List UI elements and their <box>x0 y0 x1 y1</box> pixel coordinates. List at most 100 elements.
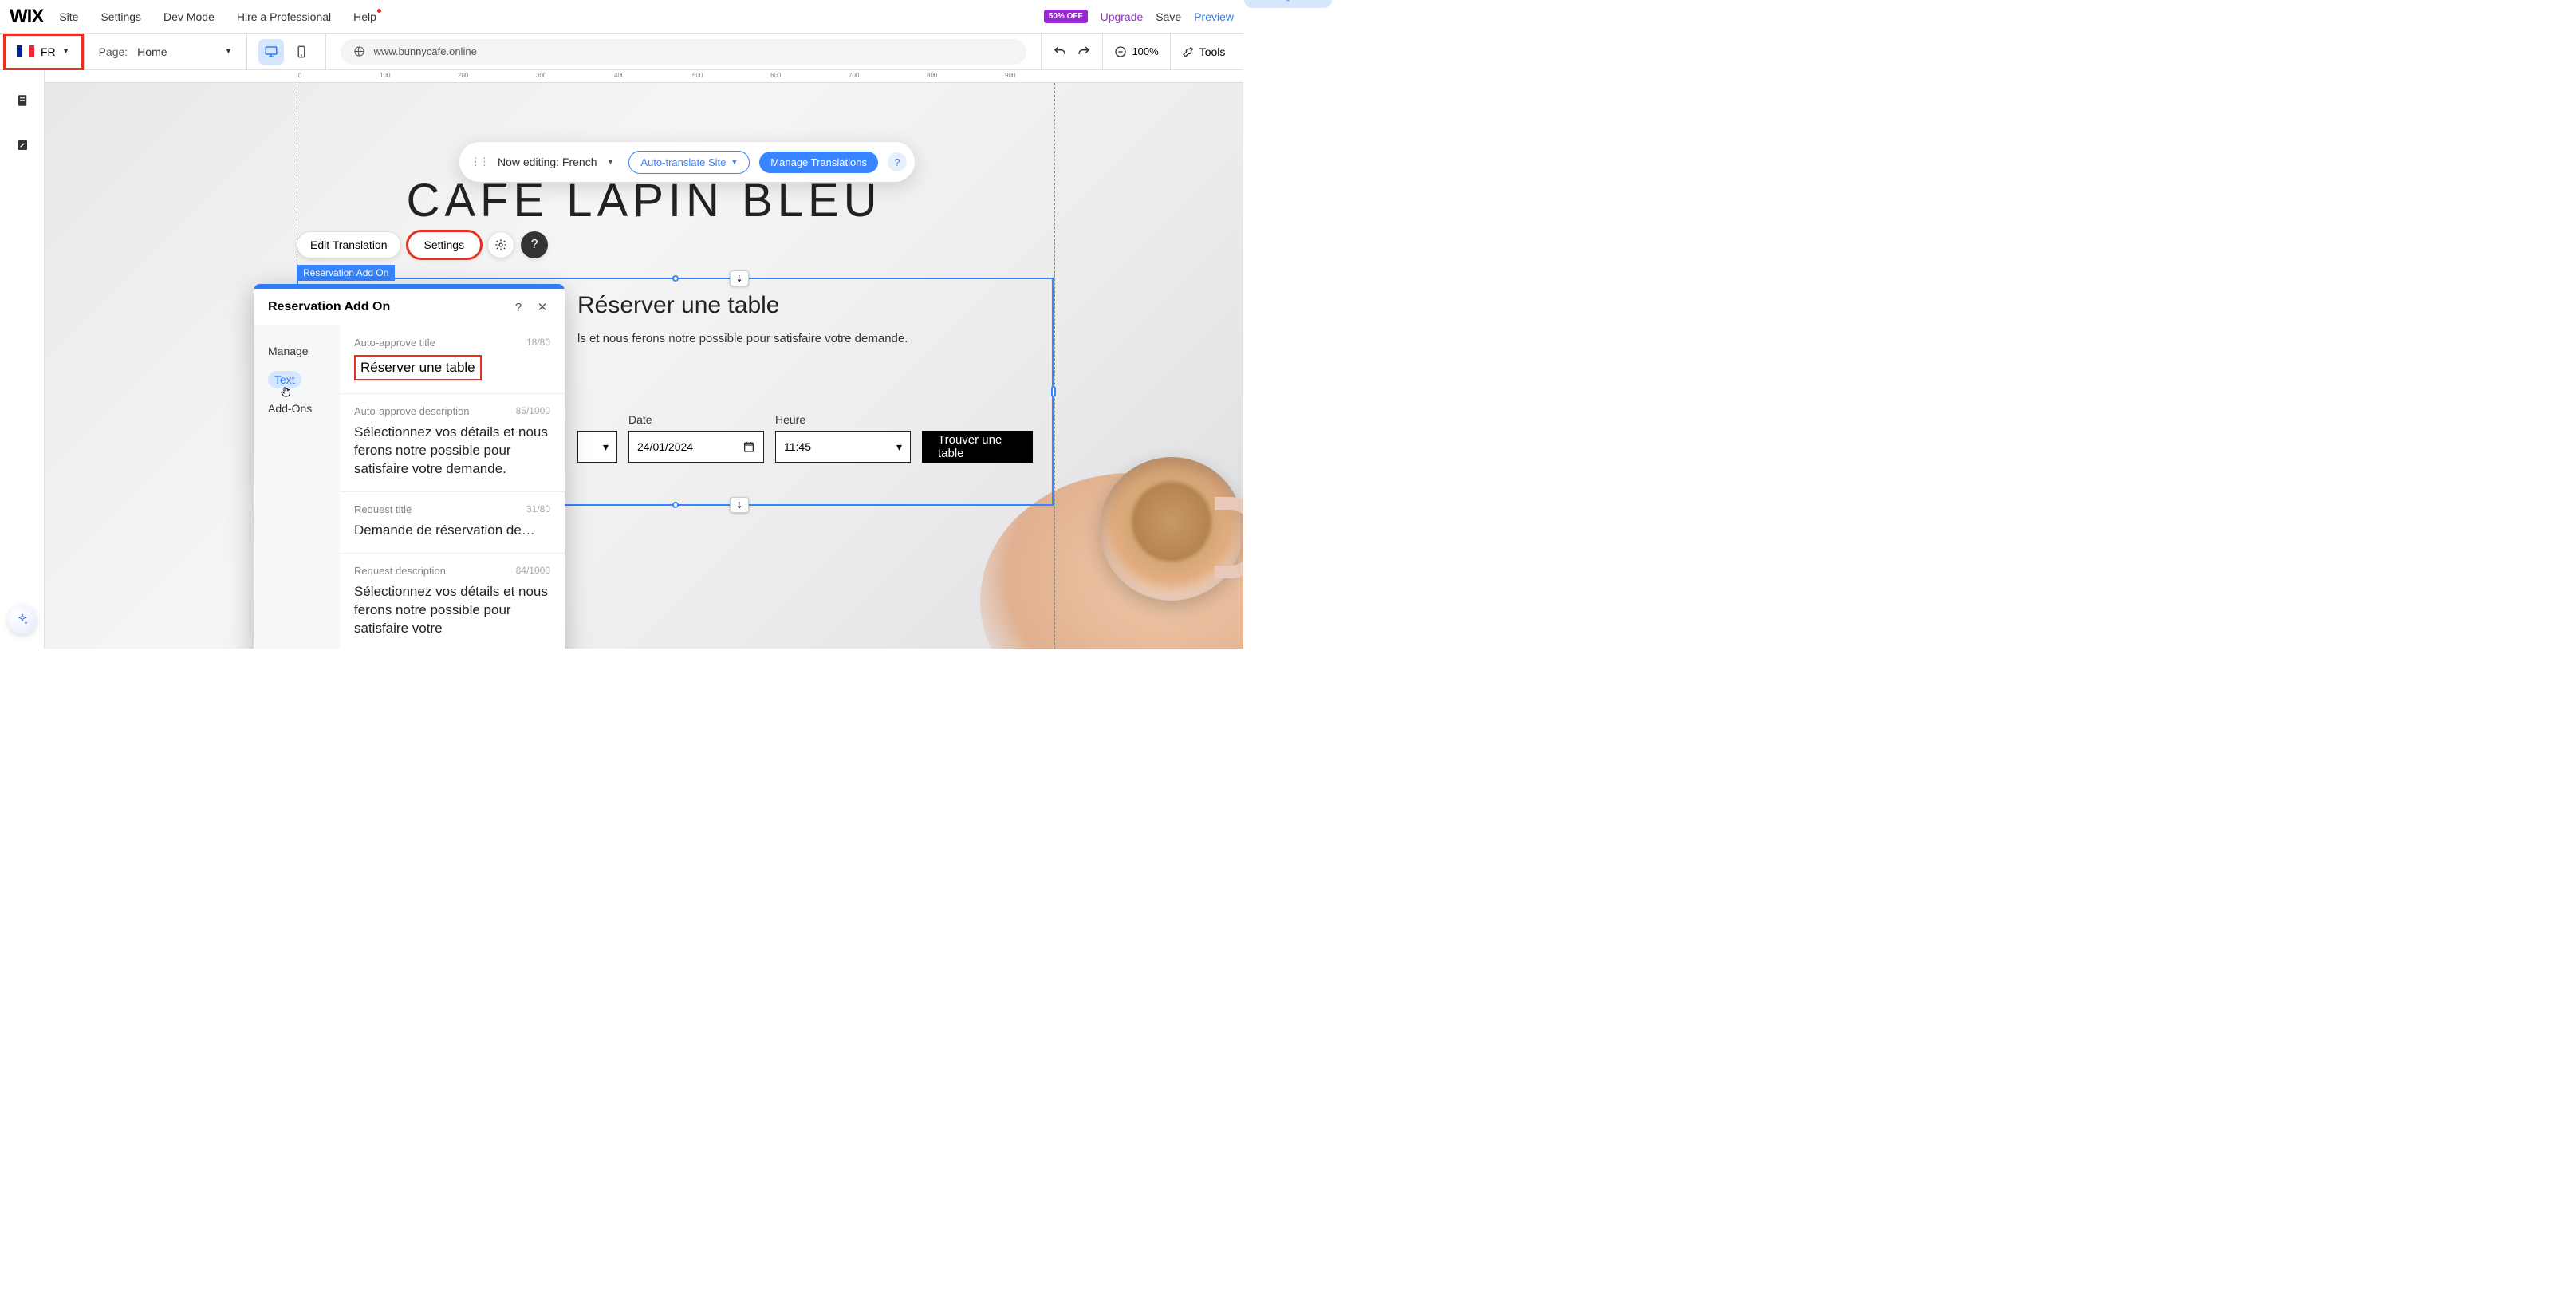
element-settings-button[interactable]: Settings <box>408 231 482 258</box>
now-editing-label: Now editing: French <box>498 156 597 168</box>
undo-button[interactable] <box>1053 45 1067 59</box>
topbar: WIX Site Settings Dev Mode Hire a Profes… <box>0 0 1243 34</box>
page-selector[interactable]: Page: Home ▼ <box>85 45 247 58</box>
ai-assistant-button[interactable] <box>8 605 37 634</box>
device-switch <box>247 39 325 65</box>
question-icon: ? <box>531 238 538 252</box>
char-count: 31/80 <box>526 503 550 514</box>
menu-devmode[interactable]: Dev Mode <box>163 10 215 23</box>
top-menu: Site Settings Dev Mode Hire a Profession… <box>59 10 376 23</box>
save-button[interactable]: Save <box>1156 10 1181 23</box>
chevron-down-icon: ▼ <box>225 47 233 56</box>
edit-translation-button[interactable]: Edit Translation <box>297 231 401 258</box>
menu-site[interactable]: Site <box>59 10 78 23</box>
undo-redo-group <box>1042 45 1102 59</box>
chevron-down-icon: ▾ <box>603 440 609 454</box>
char-count: 85/1000 <box>516 405 550 416</box>
edit-panel-button[interactable] <box>10 132 35 158</box>
upgrade-link[interactable]: Upgrade <box>1101 10 1144 23</box>
gear-icon-button[interactable] <box>487 231 514 258</box>
panel-help-button[interactable]: ? <box>510 301 526 314</box>
resize-handle-top[interactable] <box>672 275 679 282</box>
redo-button[interactable] <box>1077 45 1091 59</box>
zoom-value: 100% <box>1132 45 1158 57</box>
language-code: FR <box>41 45 56 58</box>
tools-button[interactable]: Tools <box>1171 45 1237 58</box>
nav-text[interactable]: Text <box>254 365 340 394</box>
time-label: Heure <box>775 413 911 426</box>
widget-title: Réserver une table <box>577 292 1033 319</box>
desktop-view-button[interactable] <box>258 39 284 65</box>
wix-logo[interactable]: WIX <box>10 6 43 28</box>
time-input[interactable]: 11:45 ▾ <box>775 431 911 463</box>
page-label: Page: <box>99 45 128 58</box>
help-button[interactable]: ? <box>888 152 907 171</box>
time-value: 11:45 <box>784 440 811 453</box>
zoom-control[interactable]: 100% <box>1103 45 1169 58</box>
section-request-title[interactable]: Request title 31/80 Demande de réservati… <box>340 492 565 554</box>
nav-manage[interactable]: Manage <box>254 337 340 365</box>
editor-canvas[interactable]: 0 100 200 300 400 500 600 700 800 900 CA… <box>45 70 1243 648</box>
field-value: Sélectionnez vos détails et nous ferons … <box>354 583 550 638</box>
manage-translations-button[interactable]: Manage Translations <box>759 152 878 173</box>
pages-panel-button[interactable] <box>10 88 35 113</box>
url-bar[interactable]: www.bunnycafe.online <box>341 39 1026 65</box>
menu-help[interactable]: Help <box>353 10 376 23</box>
nav-addons[interactable]: Add-Ons <box>254 394 340 423</box>
mobile-view-button[interactable] <box>289 39 314 65</box>
reservation-widget: Réserver une table ls et nous ferons not… <box>577 292 1033 491</box>
char-count: 84/1000 <box>516 565 550 576</box>
find-table-button[interactable]: Trouver une table <box>922 431 1033 463</box>
date-input[interactable]: 24/01/2024 <box>628 431 764 463</box>
auto-translate-button[interactable]: Auto-translate Site ▼ <box>628 151 750 174</box>
stretch-bottom-button[interactable]: ⇣ <box>730 497 749 513</box>
language-selector[interactable]: FR ▼ <box>3 34 84 70</box>
selection-label: Reservation Add On <box>297 265 395 281</box>
preview-button[interactable]: Preview <box>1194 10 1234 23</box>
calendar-icon <box>742 440 755 453</box>
gear-icon <box>494 239 507 251</box>
chevron-down-icon[interactable]: ▼ <box>607 158 615 167</box>
section-request-description[interactable]: Request description 84/1000 Sélectionnez… <box>340 554 565 648</box>
field-value-highlighted[interactable]: Réserver une table <box>354 355 482 380</box>
chevron-down-icon: ▾ <box>896 440 902 454</box>
date-value: 24/01/2024 <box>637 440 693 453</box>
settings-panel: Reservation Add On ? ✕ Manage Text Add-O… <box>254 284 565 648</box>
drag-handle-icon[interactable]: ⋮⋮ <box>471 156 488 168</box>
field-label: Auto-approve title <box>354 337 550 349</box>
party-size-select[interactable]: ▾ <box>577 431 617 463</box>
section-auto-approve-title[interactable]: Auto-approve title 18/80 Réserver une ta… <box>340 325 565 394</box>
section-auto-approve-description[interactable]: Auto-approve description 85/1000 Sélecti… <box>340 394 565 492</box>
help-icon-button[interactable]: ? <box>521 231 548 258</box>
date-label: Date <box>628 413 764 426</box>
guide-right <box>1054 83 1055 648</box>
site-heading[interactable]: CAFÉ LAPIN BLEU <box>406 174 881 227</box>
discount-badge: 50% OFF <box>1044 10 1088 23</box>
page-name: Home <box>137 45 167 58</box>
resize-handle-bottom[interactable] <box>672 502 679 508</box>
horizontal-ruler: 0 100 200 300 400 500 600 700 800 900 <box>45 70 1243 83</box>
chevron-down-icon: ▼ <box>62 47 70 56</box>
panel-title: Reservation Add On <box>268 300 502 314</box>
zoom-out-icon <box>1114 45 1127 58</box>
translation-toolbar: ⋮⋮ Now editing: French ▼ Auto-translate … <box>459 142 915 182</box>
wrench-icon <box>1182 45 1195 58</box>
char-count: 18/80 <box>526 337 550 348</box>
url-text: www.bunnycafe.online <box>373 45 476 57</box>
menu-settings[interactable]: Settings <box>100 10 141 23</box>
resize-handle-right[interactable] <box>1051 386 1056 397</box>
field-value: Demande de réservation de… <box>354 522 550 540</box>
stretch-top-button[interactable]: ⇣ <box>730 270 749 286</box>
menu-hire[interactable]: Hire a Professional <box>237 10 331 23</box>
field-value: Sélectionnez vos détails et nous ferons … <box>354 424 550 479</box>
panel-content: Auto-approve title 18/80 Réserver une ta… <box>340 325 565 648</box>
panel-nav: Manage Text Add-Ons <box>254 325 340 648</box>
panel-close-button[interactable]: ✕ <box>534 300 550 314</box>
element-toolbar: Edit Translation Settings ? <box>297 231 548 258</box>
flag-france-icon <box>17 45 34 57</box>
field-label: Request title <box>354 503 550 515</box>
collapse-tab[interactable]: ⌃ <box>1244 0 1332 8</box>
globe-icon <box>353 45 365 57</box>
left-sidebar <box>0 70 45 648</box>
widget-desc: ls et nous ferons notre possible pour sa… <box>577 332 1033 345</box>
